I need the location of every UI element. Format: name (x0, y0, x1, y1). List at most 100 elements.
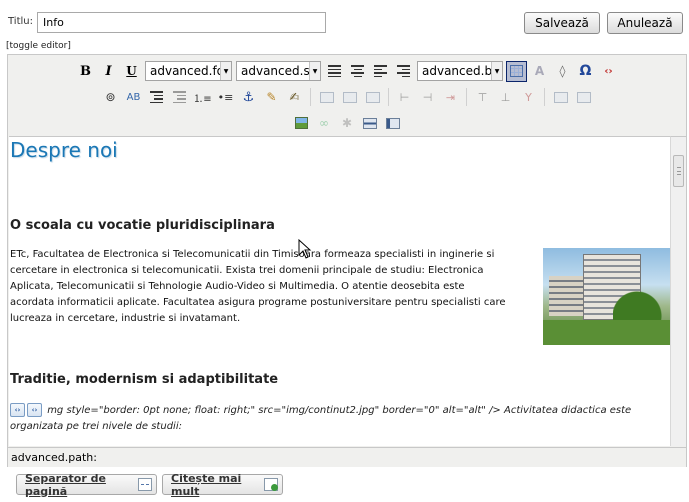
html-tag-icon: ‹› (27, 403, 42, 417)
link-icon: ∞ (319, 116, 329, 130)
chevron-down-icon: ▼ (220, 62, 231, 80)
split-icon: ⊤ (477, 90, 488, 104)
read-more-icon (263, 478, 279, 491)
italic-icon: I (105, 63, 112, 79)
scroll-thumb[interactable] (673, 155, 684, 187)
read-more-label: Citește mai mult (171, 471, 242, 498)
save-button[interactable]: Salvează (524, 12, 600, 34)
binoculars-icon: ⊚ (105, 90, 116, 104)
cleanup-button[interactable]: ✎ (261, 87, 282, 108)
html-source-button[interactable]: ‹› (598, 61, 619, 82)
chevron-down-icon: ▼ (309, 62, 320, 80)
row-props-icon (553, 91, 568, 103)
split-cells-button[interactable]: ⊤ (472, 87, 493, 108)
title-label: Titlu: (8, 16, 33, 27)
section-title: O scoala cu vocatie pluridisciplinara (10, 218, 275, 233)
toolbar-row-3: ∞ ✱ (8, 111, 686, 135)
align-right-icon (397, 65, 410, 77)
link-button[interactable]: ∞ (314, 113, 335, 134)
block-format-value: advanced.bl (422, 64, 491, 78)
block-format-select[interactable]: advanced.bl ▼ (417, 61, 503, 81)
html-tag-icon: ‹› (10, 403, 25, 417)
edit-icon: ✍ (289, 90, 300, 104)
omega-icon: Ω (579, 63, 592, 79)
remove-format-button[interactable]: ◊ (552, 61, 573, 82)
section-paragraph: ETc, Facultatea de Electronica si Teleco… (10, 249, 506, 324)
font-family-select[interactable]: advanced.fo ▼ (145, 61, 232, 81)
read-more-button[interactable]: Citește mai mult (162, 471, 283, 498)
toolbar-row-2: ⊚ AB ⒈≡ •≡ ⚓ ✎ ✍ ⊢ ⊣ ⇥ ⊤ ⊥ Y (8, 85, 686, 109)
insert-image-button[interactable] (291, 113, 312, 134)
outdent-button[interactable] (146, 87, 167, 108)
edit-css-button[interactable]: ✍ (284, 87, 305, 108)
align-right-button[interactable] (393, 61, 414, 82)
code-icon: ‹› (604, 65, 613, 77)
insert-row-before-button[interactable] (316, 87, 337, 108)
status-bar: advanced.path: (8, 447, 686, 467)
delete-col-icon: ⇥ (445, 90, 456, 104)
horizontal-rule-button[interactable] (360, 113, 381, 134)
raw-markup-text: mg style="border: 0pt none; float: right… (10, 405, 632, 432)
replace-button[interactable]: AB (123, 87, 144, 108)
unlink-button[interactable]: ✱ (337, 113, 358, 134)
rich-text-editor: B I U advanced.fo ▼ advanced.st ▼ advanc… (7, 54, 687, 467)
underline-button[interactable]: U (121, 61, 142, 82)
fullscreen-button[interactable] (383, 113, 404, 134)
unlink-icon: ✱ (341, 116, 353, 130)
bold-icon: B (80, 63, 91, 79)
col-before-icon: ⊢ (399, 90, 410, 104)
editor-content[interactable]: Despre noi O scoala cu vocatie pluridisc… (9, 136, 670, 446)
font-family-value: advanced.fo (150, 64, 220, 78)
bullet-list-button[interactable]: •≡ (215, 87, 236, 108)
faculty-building-photo (543, 248, 670, 345)
align-center-icon (351, 65, 364, 77)
outdent-icon (150, 91, 163, 103)
hr-icon (363, 117, 377, 129)
align-center-button[interactable] (347, 61, 368, 82)
align-left-icon (374, 65, 387, 77)
indent-button[interactable] (169, 87, 190, 108)
page-break-button[interactable]: Separator de pagină (16, 471, 157, 498)
table-insert-icon (319, 91, 334, 103)
cancel-button[interactable]: Anulează (607, 12, 683, 34)
charmap-button[interactable]: Ω (575, 61, 596, 82)
row-props-button[interactable] (550, 87, 571, 108)
mouse-cursor-icon (298, 239, 312, 259)
layout-icon (386, 117, 400, 129)
col-before-button[interactable]: ⊢ (394, 87, 415, 108)
chevron-down-icon: ▼ (491, 62, 502, 80)
visual-aid-button[interactable] (506, 60, 527, 82)
table-props-icon (576, 91, 591, 103)
broom-icon: ✎ (266, 90, 277, 104)
col-after-icon: ⊣ (422, 90, 433, 104)
page-title: Despre noi (10, 138, 118, 162)
cell-props-button[interactable]: Y (518, 87, 539, 108)
anchor-button[interactable]: ⚓ (238, 87, 259, 108)
font-size-value: advanced.st (241, 64, 309, 78)
table-row-icon (342, 91, 357, 103)
styleprops-button[interactable]: A (529, 61, 550, 82)
table-props-button[interactable] (573, 87, 594, 108)
element-path: advanced.path: (11, 451, 97, 464)
justify-full-button[interactable] (324, 61, 345, 82)
bold-button[interactable]: B (75, 61, 96, 82)
title-input[interactable] (37, 12, 326, 33)
col-after-button[interactable]: ⊣ (417, 87, 438, 108)
eraser-icon: ◊ (559, 64, 566, 78)
underline-icon: U (126, 64, 137, 78)
styleprops-icon: A (534, 64, 545, 78)
merge-cells-button[interactable]: ⊥ (495, 87, 516, 108)
numbered-list-button[interactable]: ⒈≡ (192, 87, 213, 108)
image-icon (294, 117, 308, 129)
find-button[interactable]: ⊚ (100, 87, 121, 108)
delete-col-button[interactable]: ⇥ (440, 87, 461, 108)
page-break-label: Separator de pagină (25, 471, 106, 498)
anchor-icon: ⚓ (242, 89, 255, 105)
align-left-button[interactable] (370, 61, 391, 82)
insert-row-after-button[interactable] (339, 87, 360, 108)
toggle-editor-link[interactable]: [toggle editor] (6, 41, 71, 51)
italic-button[interactable]: I (98, 61, 119, 82)
content-scrollbar[interactable] (670, 136, 686, 446)
delete-row-button[interactable] (362, 87, 383, 108)
font-size-select[interactable]: advanced.st ▼ (236, 61, 321, 81)
